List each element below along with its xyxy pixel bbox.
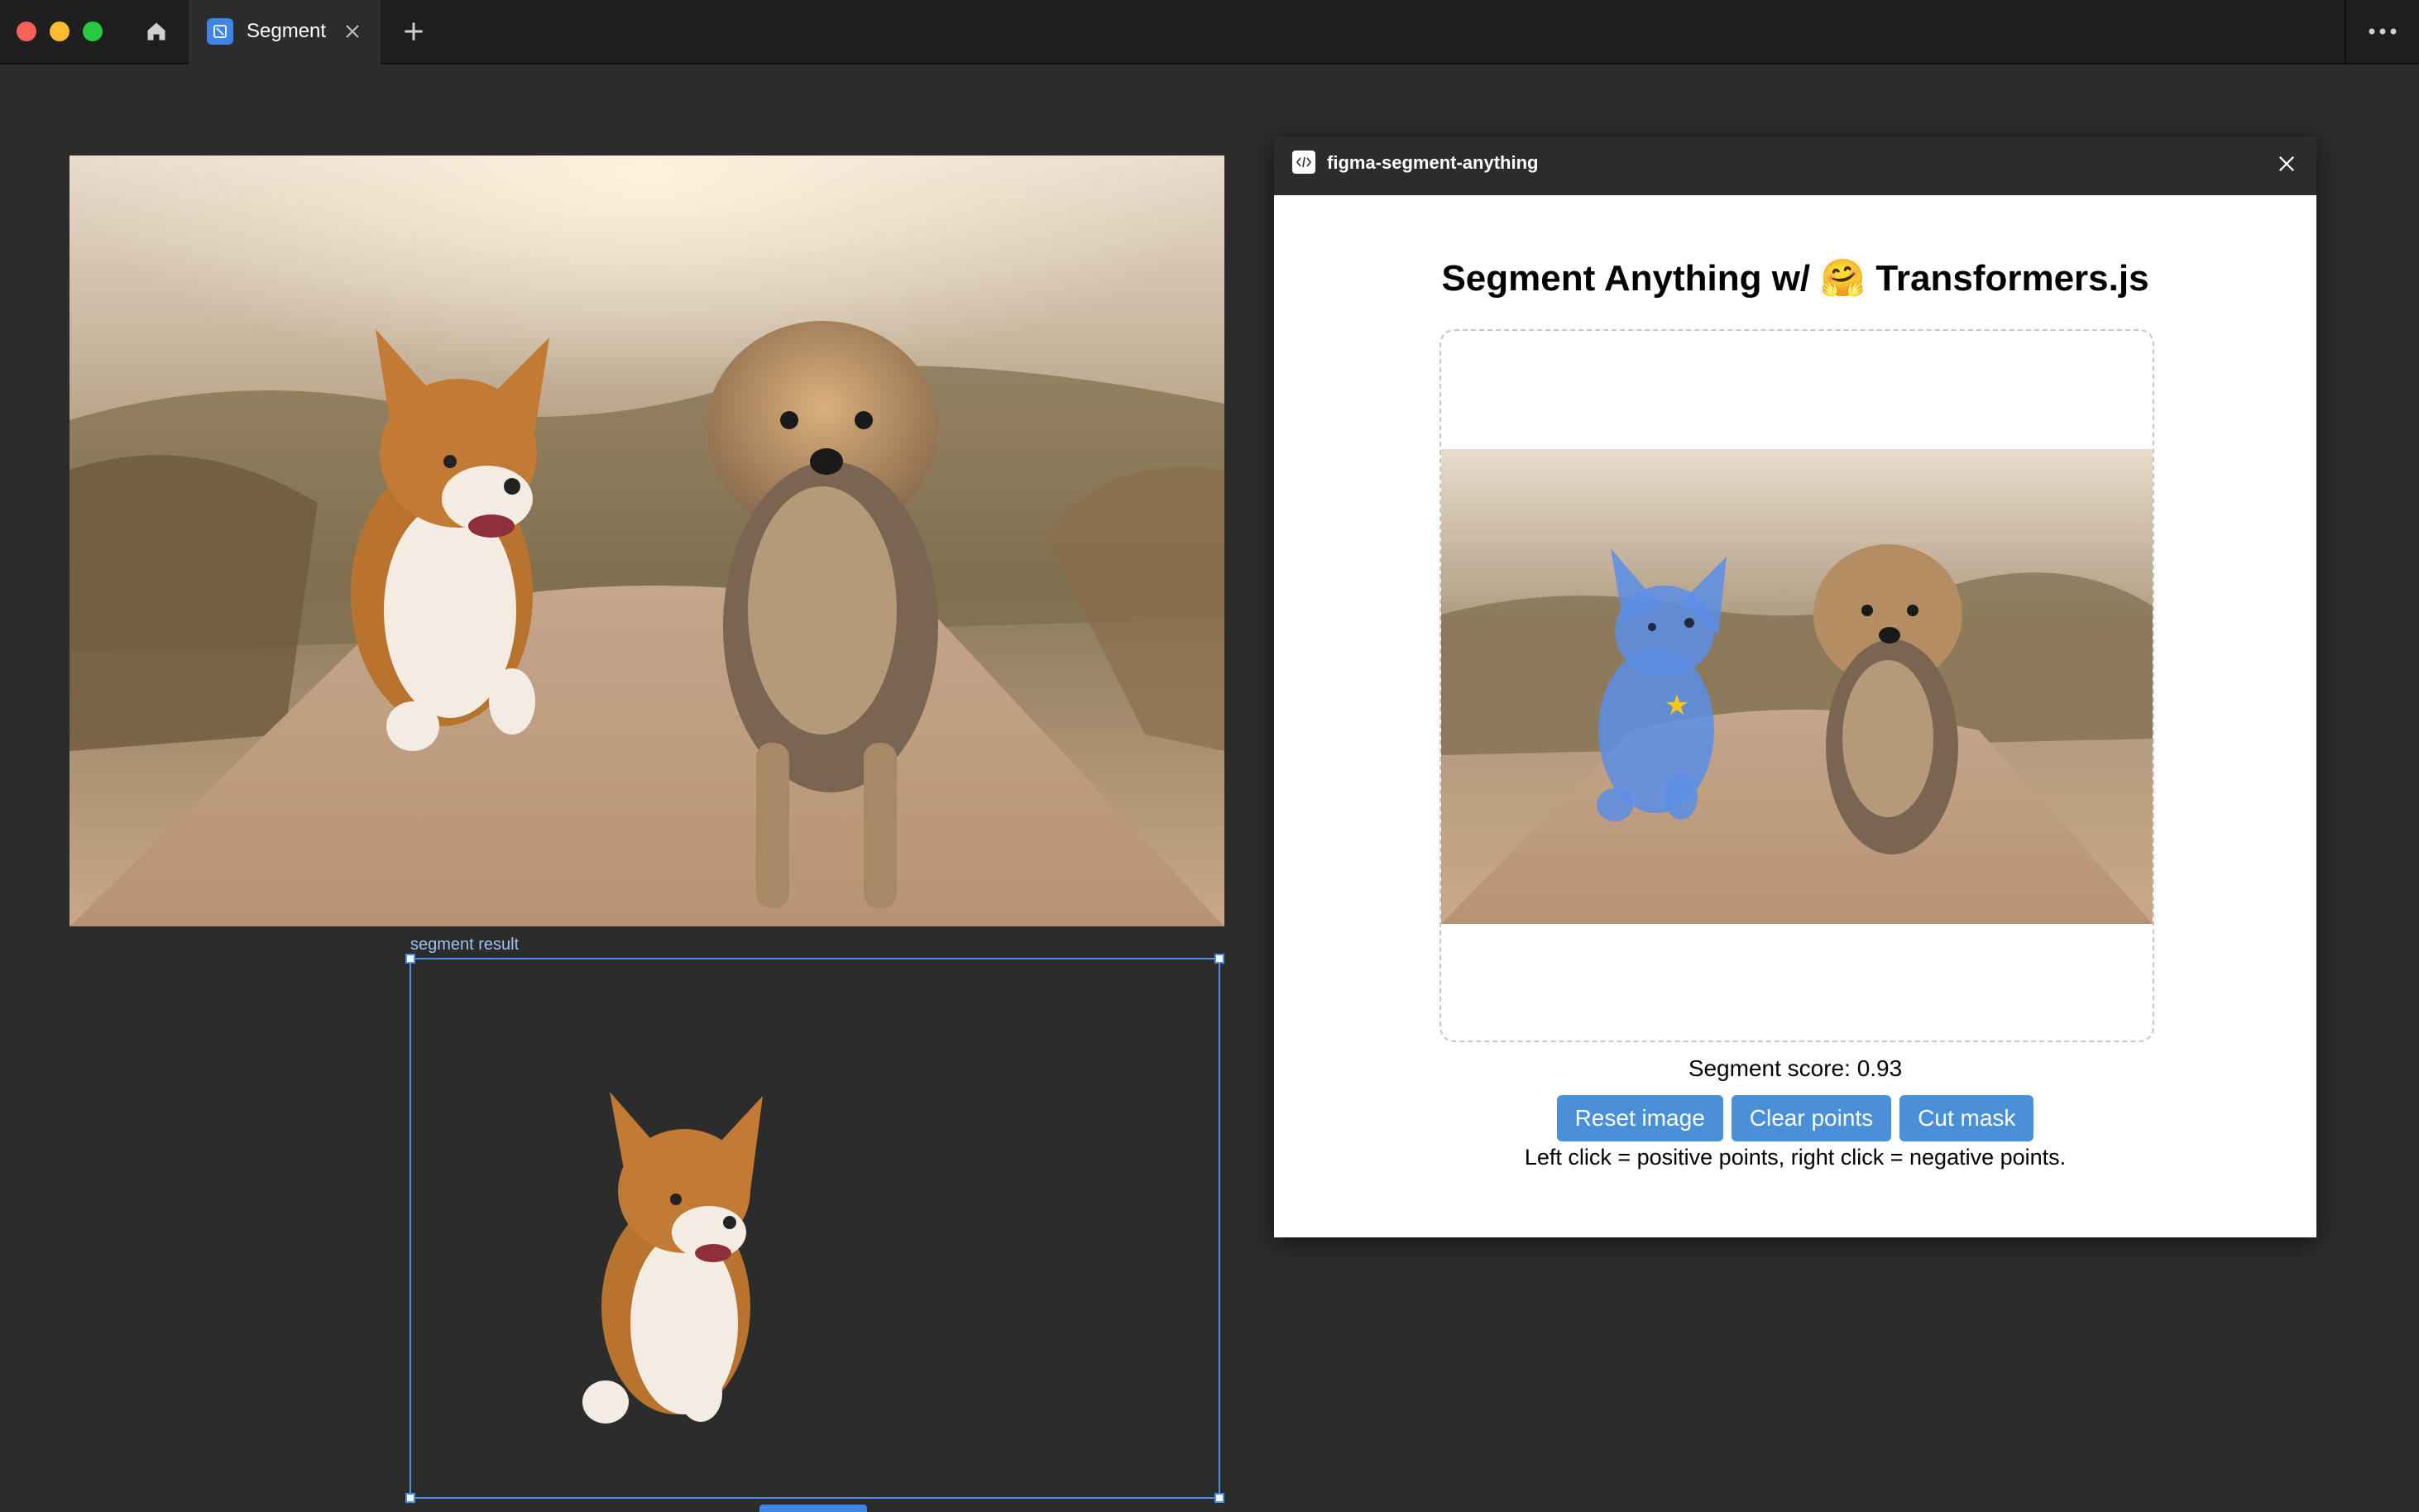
plugin-header: figma-segment-anything [1274,137,2316,195]
action-buttons: Reset image Clear points Cut mask [1274,1095,2316,1141]
title-prefix: Segment Anything w/ [1441,258,1821,299]
close-icon[interactable] [2275,152,2298,175]
resize-handle-top-right[interactable] [1214,954,1224,964]
usage-hint: Left click = positive points, right clic… [1524,1145,2067,1170]
segment-preview-image[interactable]: ★ [1441,449,2153,924]
home-icon [147,22,165,41]
plugin-title: figma-segment-anything [1327,152,1539,173]
title-suffix: Transformers.js [1866,258,2149,299]
plugin-window: figma-segment-anything Segment Anything … [1274,137,2316,1237]
more-menu-button[interactable] [2345,0,2419,63]
segment-score: Segment score: 0.93 [1688,1055,1903,1081]
image-dropzone[interactable]: ★ [1439,329,2154,1042]
cut-mask-button[interactable]: Cut mask [1899,1095,2034,1141]
resize-handle-bottom-right[interactable] [1214,1493,1224,1503]
code-icon [1292,151,1315,174]
hugging-face-emoji: 🤗 [1820,258,1866,299]
source-photo[interactable] [69,156,1224,926]
maximize-window-button[interactable] [83,22,103,41]
figma-file-icon [207,18,233,45]
title-bar: Segment [0,0,2419,65]
plus-icon[interactable] [400,18,427,45]
resize-handle-top-left[interactable] [405,954,415,964]
reset-image-button[interactable]: Reset image [1556,1095,1723,1141]
positive-point-marker[interactable]: ★ [1665,689,1689,722]
more-icon [2369,28,2397,35]
page-title: Segment Anything w/ 🤗 Transformers.js [1274,256,2316,299]
frame-label: segment result [410,935,520,954]
close-window-button[interactable] [17,22,36,41]
home-button[interactable] [124,0,189,63]
clear-points-button[interactable]: Clear points [1731,1095,1892,1141]
minimize-window-button[interactable] [50,22,69,41]
segment-result-frame[interactable] [405,954,1224,1503]
tab-label: Segment [247,20,327,42]
resize-handle-bottom-left[interactable] [405,1493,415,1503]
frame-size-badge [759,1505,867,1512]
tab-segment[interactable]: Segment [189,0,381,65]
cutout-image [582,1092,763,1423]
close-icon[interactable] [342,22,362,41]
